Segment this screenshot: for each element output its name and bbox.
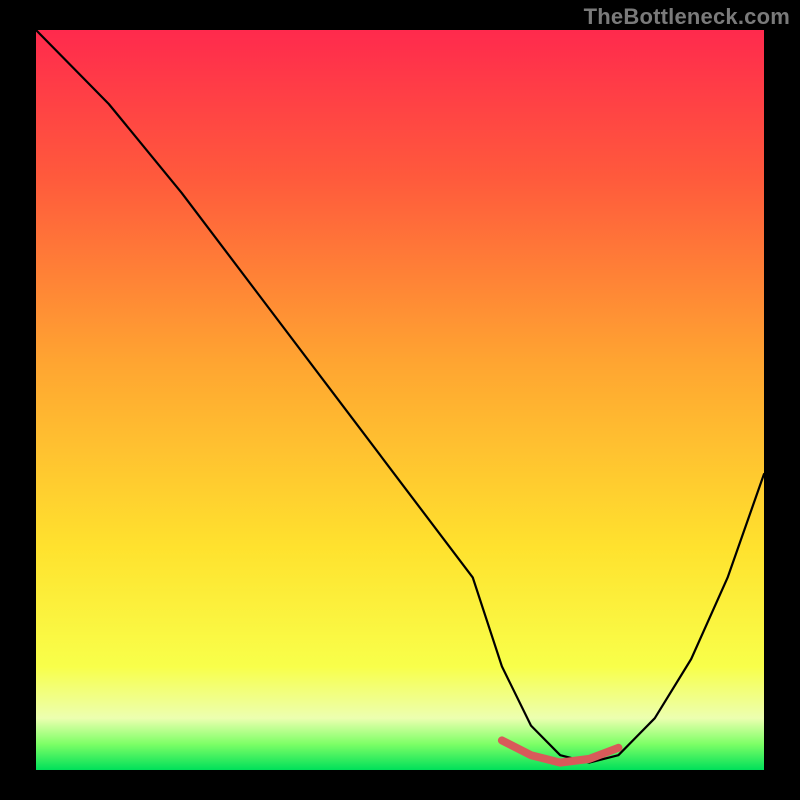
chart-frame: TheBottleneck.com: [0, 0, 800, 800]
plot-background: [36, 30, 764, 770]
bottleneck-chart: [0, 0, 800, 800]
watermark-text: TheBottleneck.com: [584, 4, 790, 30]
